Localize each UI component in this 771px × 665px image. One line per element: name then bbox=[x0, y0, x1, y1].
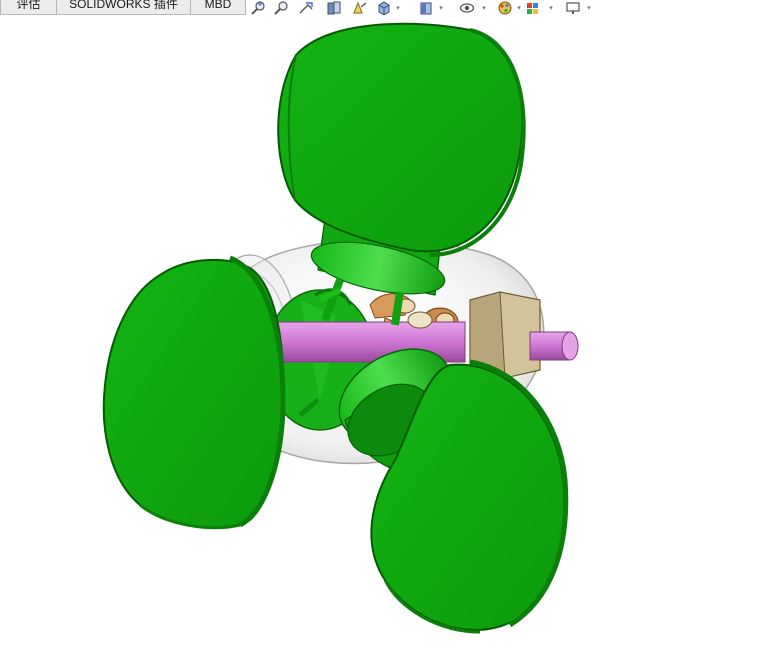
blade-left[interactable] bbox=[102, 255, 286, 530]
section-view-icon bbox=[327, 1, 341, 15]
propeller-hub-assembly[interactable] bbox=[0, 16, 771, 665]
display-style-button[interactable] bbox=[416, 0, 436, 16]
solidworks-window: 评估 SOLIDWORKS 插件 MBD ▾ ▾ ▾ ▾ ▾ ▾ bbox=[0, 0, 771, 665]
apply-scene-button[interactable] bbox=[523, 0, 543, 16]
previous-view-icon bbox=[299, 2, 313, 14]
apply-scene-dropdown[interactable]: ▾ bbox=[547, 3, 555, 13]
hide-show-items-dropdown[interactable]: ▾ bbox=[480, 3, 488, 13]
edit-appearance-dropdown[interactable]: ▾ bbox=[515, 3, 523, 13]
view-settings-icon bbox=[566, 2, 580, 14]
tab-evaluate-label: 评估 bbox=[16, 0, 41, 11]
tab-evaluate[interactable]: 评估 bbox=[0, 0, 57, 15]
zoom-to-fit-icon bbox=[251, 1, 265, 15]
view-settings-button[interactable] bbox=[563, 0, 583, 16]
heads-up-view-toolbar: ▾ ▾ ▾ ▾ ▾ ▾ bbox=[244, 0, 604, 16]
tab-solidworks-addins[interactable]: SOLIDWORKS 插件 bbox=[57, 0, 191, 15]
tab-mbd-label: MBD bbox=[204, 0, 232, 11]
view-orientation-icon bbox=[378, 1, 390, 15]
hide-show-items-button[interactable] bbox=[457, 0, 477, 16]
tab-solidworks-addins-label: SOLIDWORKS 插件 bbox=[69, 0, 178, 11]
dynamic-annotation-views-icon bbox=[353, 1, 367, 14]
zoom-to-area-icon bbox=[274, 1, 288, 15]
graphics-area[interactable] bbox=[0, 16, 771, 665]
view-orientation-button[interactable] bbox=[374, 0, 394, 16]
tab-mbd[interactable]: MBD bbox=[191, 0, 246, 15]
edit-appearance-icon bbox=[498, 1, 512, 15]
zoom-to-area-button[interactable] bbox=[271, 0, 291, 16]
command-manager-tabs: 评估 SOLIDWORKS 插件 MBD bbox=[0, 0, 246, 15]
view-orientation-dropdown[interactable]: ▾ bbox=[394, 3, 402, 13]
view-settings-dropdown[interactable]: ▾ bbox=[585, 3, 593, 13]
display-style-dropdown[interactable]: ▾ bbox=[437, 3, 445, 13]
display-style-icon bbox=[420, 2, 432, 15]
hide-show-items-icon bbox=[459, 3, 475, 13]
previous-view-button[interactable] bbox=[296, 0, 316, 16]
dynamic-annotation-views-button[interactable] bbox=[350, 0, 370, 16]
zoom-to-fit-button[interactable] bbox=[248, 0, 268, 16]
section-view-button[interactable] bbox=[324, 0, 344, 16]
apply-scene-icon bbox=[527, 3, 538, 14]
edit-appearance-button[interactable] bbox=[495, 0, 515, 16]
